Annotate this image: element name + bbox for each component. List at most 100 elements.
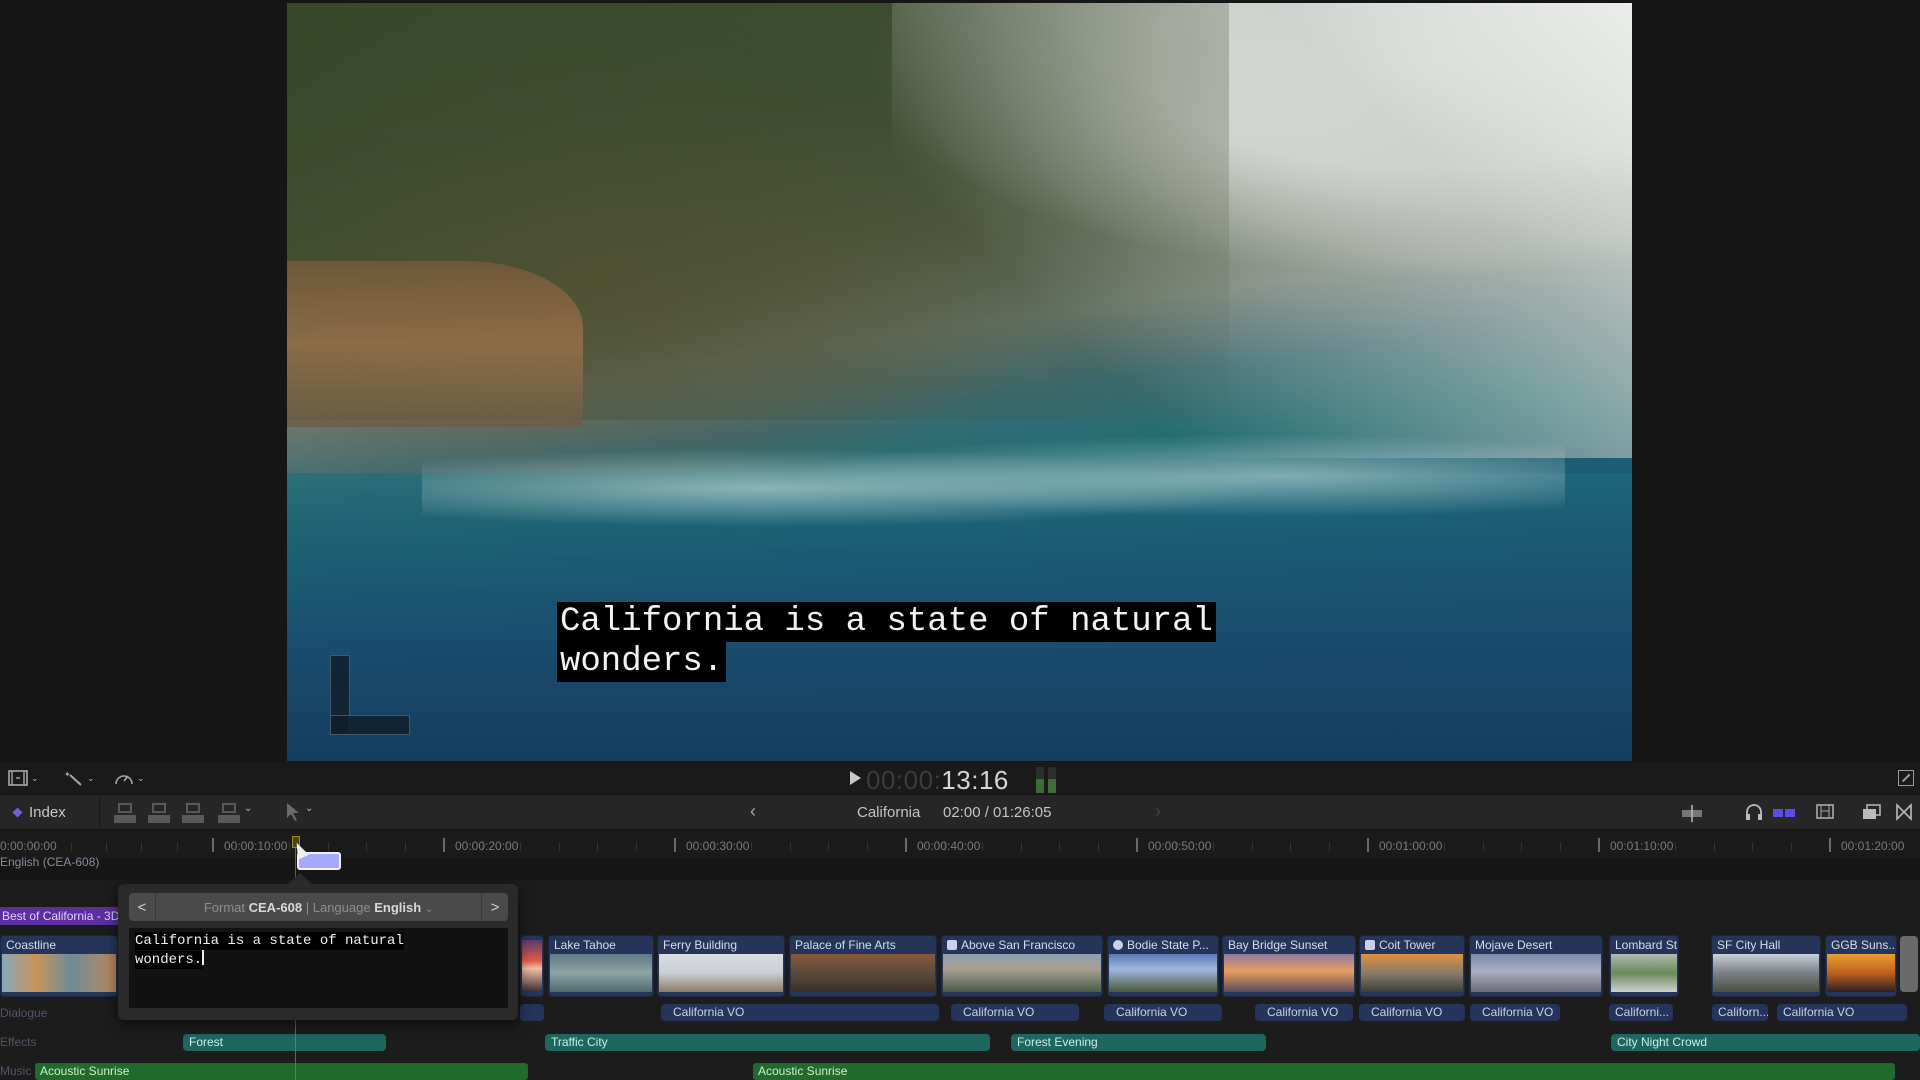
storyline-clip[interactable]: Mojave Desert	[1469, 935, 1603, 997]
ruler-minor-tick	[789, 842, 791, 851]
dialogue-clip[interactable]: California VO	[1255, 1004, 1353, 1021]
timecode-dim: 00:00:	[866, 765, 942, 795]
solo-icon	[1773, 809, 1795, 817]
timecode-display[interactable]: 00:00:13:16	[866, 765, 1009, 796]
insert-clip-icon	[152, 803, 166, 813]
storyline-clip[interactable]	[520, 935, 544, 997]
timeline-toolbar: Index ⌄ ⌄ ‹ California 02:00 / 01:26:05 …	[0, 794, 1920, 830]
lane-label-dialogue: Dialogue	[0, 1006, 48, 1020]
dialogue-clip[interactable]: California VO	[1359, 1004, 1465, 1021]
audio-meter-fill	[1048, 778, 1056, 793]
clip-title: Ferry Building	[663, 938, 737, 952]
play-button[interactable]	[848, 769, 862, 787]
ruler-tick-label: 00:01:00:00	[1379, 839, 1443, 853]
effects-clip[interactable]: Forest	[183, 1034, 386, 1051]
clip-title-text: Coastline	[6, 938, 57, 952]
timeline-ruler[interactable]: 0:00:00:00 00:00:10:00 00:00:20:00 00:00:30…	[0, 830, 1920, 858]
ruler-tick-label: 00:00:40:00	[917, 839, 981, 853]
ruler-major-tick	[212, 838, 214, 852]
lane-label-effects: Effects	[0, 1035, 37, 1049]
storyline-clip[interactable]: Ferry Building	[657, 935, 785, 997]
storyline-clip[interactable]: Lake Tahoe	[548, 935, 654, 997]
music-clip[interactable]: Acoustic Sunrise	[35, 1063, 528, 1080]
ruler-minor-tick	[176, 842, 178, 851]
clip-appearance-button[interactable]	[1816, 803, 1834, 823]
index-label: Index	[29, 803, 66, 821]
storyline-clip[interactable]: Palace of Fine Arts	[789, 935, 937, 997]
dialogue-clip[interactable]: California VO	[1777, 1004, 1907, 1021]
clip-title: Palace of Fine Arts	[795, 938, 896, 952]
timeline-scroll-handle[interactable]	[1900, 936, 1918, 992]
audio-skimming-button[interactable]	[1745, 803, 1763, 823]
caption-overlay-line: wonders.	[557, 642, 727, 682]
storyline-clip[interactable]: Bodie State P...	[1107, 935, 1219, 997]
chevron-down-icon: ⌄	[137, 772, 145, 783]
transitions-browser-button[interactable]	[1895, 803, 1913, 823]
previous-caption-button[interactable]: <	[129, 893, 156, 921]
chevron-right-icon: >	[490, 898, 500, 916]
clip-thumbnail	[522, 940, 542, 992]
clip-title: Above San Francisco	[947, 938, 1075, 952]
caption-overlay-line: California is a state of natural	[557, 602, 1216, 642]
language-label: Language	[312, 899, 371, 915]
retime-button[interactable]: ⌄	[114, 768, 145, 788]
enhance-button[interactable]: ✦ ⌄	[64, 768, 95, 788]
svg-text:✦: ✦	[64, 770, 71, 779]
reel-icon	[1113, 940, 1123, 950]
ruler-minor-tick	[1444, 842, 1445, 851]
dialogue-clip[interactable]: California VO	[1470, 1004, 1560, 1021]
dialogue-clip[interactable]	[520, 1004, 544, 1021]
connect-clip-button[interactable]	[114, 802, 136, 824]
retime-speedometer-icon	[115, 775, 133, 785]
clip-title-text: Lake Tahoe	[554, 938, 616, 952]
chevron-down-icon[interactable]: ⌄	[305, 803, 313, 814]
timeline-forward-button[interactable]: ›	[1155, 801, 1161, 822]
effects-browser-button[interactable]	[1862, 803, 1882, 823]
append-clip-button[interactable]	[182, 802, 204, 824]
next-caption-button[interactable]: >	[481, 893, 508, 921]
dialogue-clip[interactable]: California VO	[951, 1004, 1079, 1021]
format-language-selector[interactable]: Format CEA-608 | Language English ⌄	[156, 900, 481, 915]
solo-button[interactable]	[1772, 803, 1796, 823]
storyline-clip[interactable]: GGB Suns...	[1825, 935, 1897, 997]
storyline-clip[interactable]: Coastline	[0, 935, 118, 997]
caption-text-field[interactable]: California is a state of natural wonders…	[129, 928, 508, 1008]
ruler-minor-tick	[1559, 842, 1561, 851]
ruler-minor-tick	[597, 842, 598, 851]
ruler-major-tick	[905, 838, 907, 852]
music-clip[interactable]: Acoustic Sunrise	[753, 1063, 1895, 1080]
storyline-label[interactable]: Best of California - 3D	[0, 907, 118, 925]
index-button[interactable]: Index	[0, 795, 100, 829]
effects-clip[interactable]: Traffic City	[545, 1034, 990, 1051]
audio-meter	[1036, 767, 1058, 793]
skimming-button[interactable]	[1681, 803, 1703, 823]
dialogue-clip[interactable]: California VO	[661, 1004, 939, 1021]
fullscreen-icon[interactable]	[1898, 770, 1914, 786]
insert-clip-button[interactable]	[148, 802, 170, 824]
dialogue-clip[interactable]: Californ...	[1712, 1004, 1768, 1021]
select-tool-button[interactable]	[286, 802, 300, 827]
project-duration: 02:00 / 01:26:05	[943, 804, 1052, 821]
timeline-back-button[interactable]: ‹	[750, 801, 756, 822]
dialogue-clip[interactable]: California VO	[1104, 1004, 1222, 1021]
effects-clip[interactable]: Forest Evening	[1011, 1034, 1266, 1051]
arrow-pointer-icon	[287, 803, 299, 821]
ruler-minor-tick	[558, 842, 560, 851]
storyline-clip[interactable]: Coit Tower	[1359, 935, 1465, 997]
storyline-clip[interactable]: Lombard St.	[1609, 935, 1679, 997]
storyline-clip[interactable]: Bay Bridge Sunset	[1222, 935, 1356, 997]
ruler-minor-tick	[635, 842, 637, 851]
overwrite-clip-button[interactable]	[218, 802, 240, 824]
chevron-down-icon[interactable]: ⌄	[244, 803, 252, 814]
clip-title-text: SF City Hall	[1717, 938, 1781, 952]
storyline-clip[interactable]: Above San Francisco	[941, 935, 1103, 997]
viewer-options-button[interactable]: ⌄	[8, 768, 39, 788]
clip-thumbnail	[943, 954, 1101, 992]
storyline-clip[interactable]: SF City Hall	[1711, 935, 1821, 997]
filmstrip-icon	[1816, 804, 1834, 819]
dialogue-clip[interactable]: Californi...	[1609, 1004, 1673, 1021]
ruler-tick-label: 00:01:20:00	[1841, 839, 1905, 853]
lane-label-music: Music	[0, 1064, 32, 1078]
clip-thumbnail	[1109, 954, 1217, 992]
effects-clip[interactable]: City Night Crowd	[1611, 1034, 1920, 1051]
